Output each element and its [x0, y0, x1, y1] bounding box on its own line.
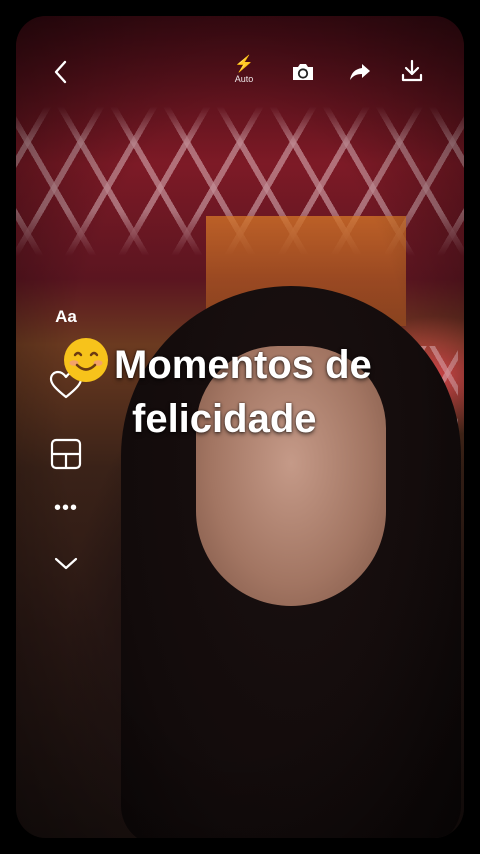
caption-text-1: Momentos de [114, 343, 372, 387]
share-icon [350, 64, 370, 80]
back-arrow-icon [54, 60, 67, 84]
flash-mode-label: Auto [234, 74, 254, 84]
smiling-face-icon [64, 338, 108, 382]
chevron-down-icon [54, 557, 78, 570]
top-toolbar: ⚡ Auto [0, 56, 480, 90]
flash-button[interactable]: ⚡ Auto [228, 56, 260, 84]
camera-flip-icon [293, 64, 313, 80]
text-tool-button[interactable]: Aa [46, 305, 86, 329]
download-button[interactable] [399, 58, 425, 84]
caption-text-2: felicidade [132, 397, 317, 441]
back-button[interactable] [50, 58, 74, 86]
flash-icon: ⚡ [234, 56, 254, 73]
share-button[interactable] [347, 60, 373, 84]
caption-overlay[interactable]: Momentos de felicidade [62, 336, 442, 446]
expand-tools-button[interactable] [46, 553, 86, 575]
caption-line-1: Momentos de [62, 336, 442, 392]
flip-camera-button[interactable] [290, 60, 316, 84]
download-icon [401, 59, 423, 82]
more-icon[interactable]: ••• [46, 498, 86, 525]
